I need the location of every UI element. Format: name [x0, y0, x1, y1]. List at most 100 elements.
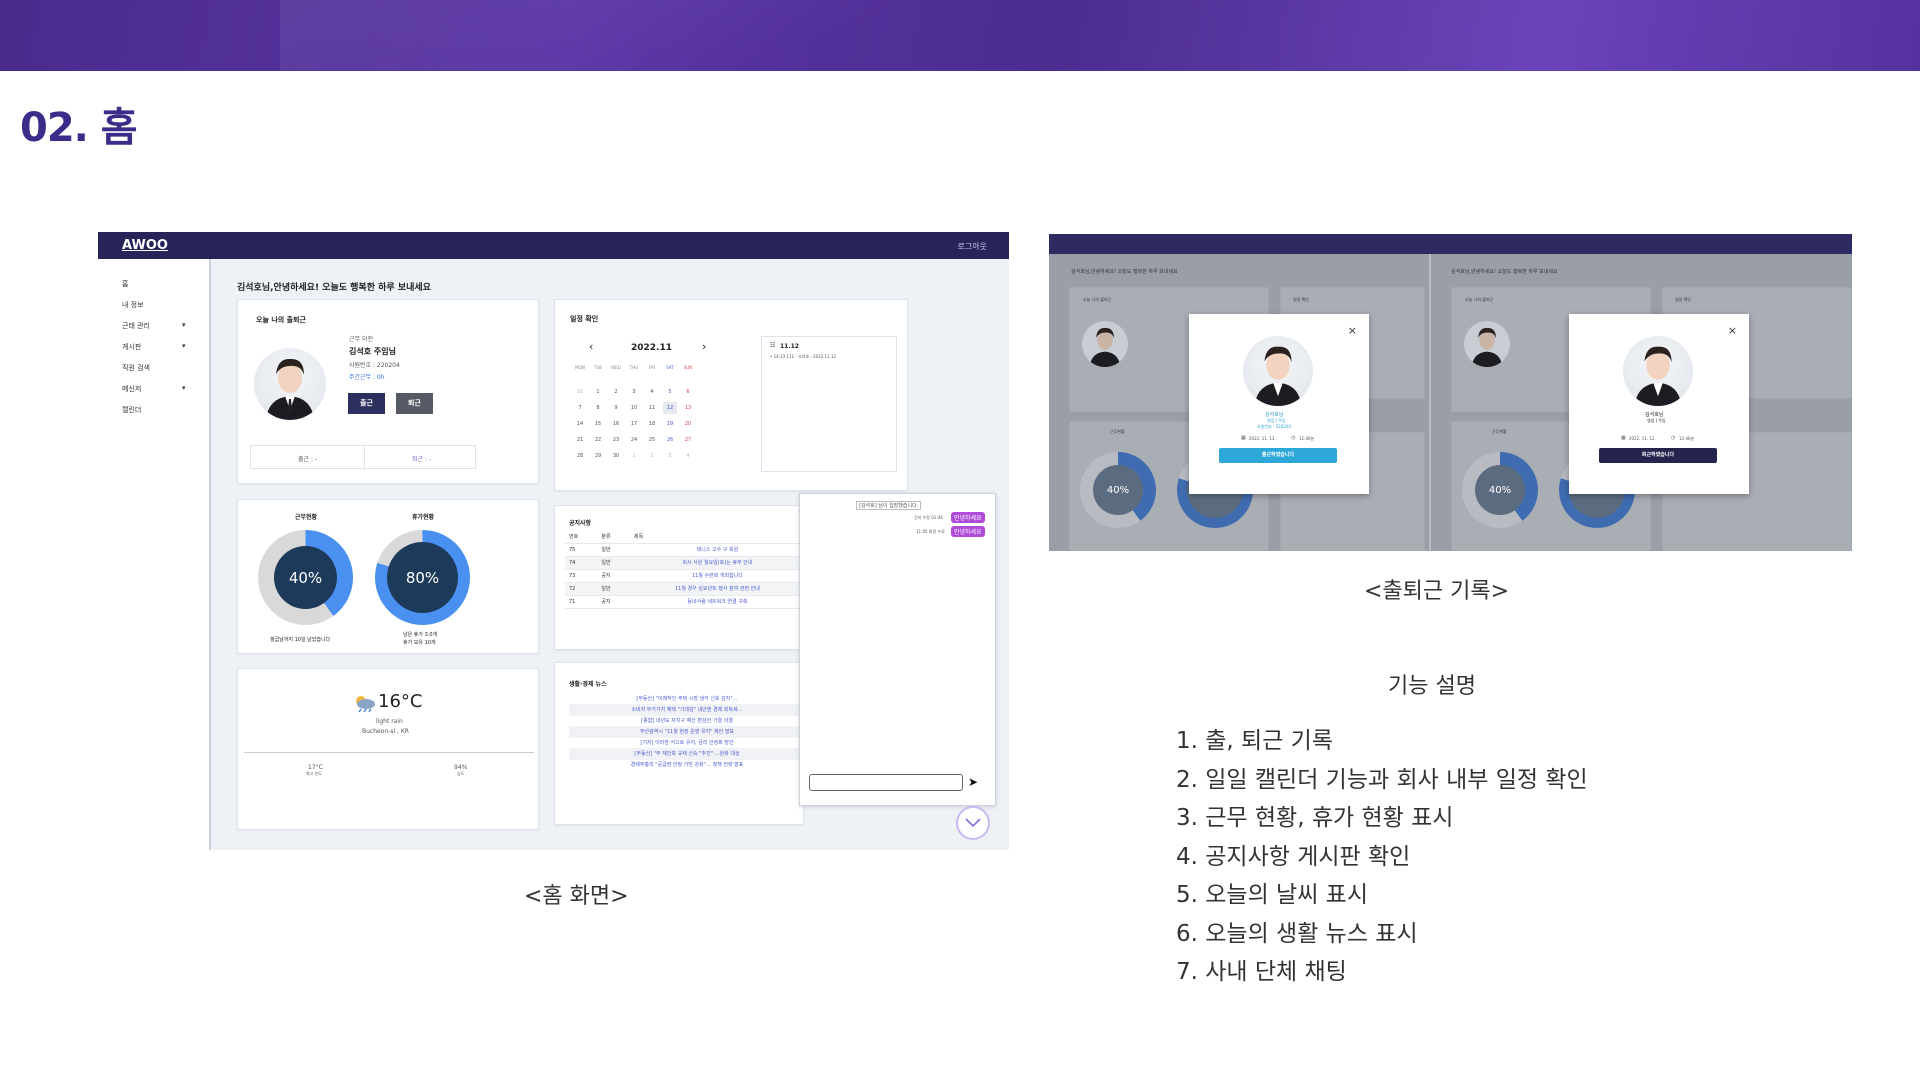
weather-description: light rain	[376, 718, 403, 725]
sidebar-item-calendar[interactable]: 캘린더	[122, 405, 141, 415]
calendar-day[interactable]: 2	[609, 389, 623, 395]
calendar-day[interactable]: 12	[663, 402, 677, 414]
calendar-day[interactable]: 20	[681, 421, 695, 427]
table-row[interactable]: 75 일반 테니스 고수 구 회원	[565, 543, 805, 557]
calendar-day[interactable]: 1	[591, 389, 605, 395]
sidebar-item-employee-search[interactable]: 직원 검색	[122, 363, 150, 373]
humidity-label: 습도	[457, 771, 465, 776]
weekday-label: FRI	[648, 365, 656, 370]
calendar-day[interactable]: 25	[645, 437, 659, 443]
calendar-day[interactable]: 28	[573, 453, 587, 459]
logout-link[interactable]: 로그아웃	[958, 241, 987, 252]
chevron-down-icon[interactable]: ▾	[182, 384, 186, 392]
modal-time: 12:46분	[1679, 436, 1695, 441]
work-progress-donut: 40%	[1080, 452, 1156, 528]
calendar-day[interactable]: 29	[591, 453, 605, 459]
close-icon[interactable]: ×	[1728, 324, 1737, 337]
clock-in-confirm-button[interactable]: 출근하였습니다	[1219, 448, 1337, 463]
table-row[interactable]: 72 일반 11월 경우 심요년트 행사 참여 관련 안내	[565, 582, 805, 596]
calendar-day[interactable]: 19	[663, 421, 677, 427]
calendar-day[interactable]: 11	[645, 405, 659, 411]
calendar-day[interactable]: 10	[627, 405, 641, 411]
card-title: 오늘 나의 출퇴근	[256, 316, 306, 324]
calendar-list-icon: ☷	[770, 342, 776, 349]
card-title: 근무현황	[1110, 429, 1125, 434]
page-title: 02. 홈	[20, 105, 138, 151]
table-row[interactable]: 71 공지 동네사람 네트워크 연결 구축	[565, 595, 805, 609]
card-title: 오늘 나의 출퇴근	[1465, 297, 1494, 302]
sidebar-item-board[interactable]: 게시판	[122, 342, 141, 352]
table-cell: 11월 경우 심요년트 행사 참여 관련 안내	[629, 582, 805, 596]
calendar-day[interactable]: 9	[609, 405, 623, 411]
calendar-card: 일정 확인 ‹ 2022.11 › MON TUE WED THU FRI SAT SUN 3…	[554, 299, 908, 491]
time-record-box: 출근 : - 퇴근 : -	[250, 445, 476, 469]
calendar-day[interactable]: 2	[645, 453, 659, 459]
group-chat-window: [김석호] 님이 입장했습니다. 건지 수정 01:44 안녕하세요 11:05…	[799, 493, 996, 806]
table-cell: 테니스 고수 구 회원	[629, 543, 805, 557]
feature-item: 1. 출, 퇴근 기록	[1176, 728, 1333, 754]
calendar-day[interactable]: 24	[627, 437, 641, 443]
avatar	[1464, 321, 1510, 367]
card-title: 일정 확인	[1293, 297, 1309, 302]
calendar-day[interactable]: 26	[663, 437, 677, 443]
clock-out-button[interactable]: 퇴근	[396, 393, 433, 414]
calendar-day[interactable]: 13	[681, 405, 695, 411]
calendar-day[interactable]: 5	[663, 389, 677, 395]
calendar-day[interactable]: 23	[609, 437, 623, 443]
calendar-day[interactable]: 30	[609, 453, 623, 459]
chat-message: 안녕하세요	[951, 526, 985, 537]
rain-cloud-icon	[356, 696, 375, 712]
modal-employee-number: 사원번호 : 220204	[1257, 424, 1291, 429]
table-row[interactable]: 74 일반 회사 사원 월요일(토)는 휴무 안내	[565, 556, 805, 570]
calendar-day[interactable]: 21	[573, 437, 587, 443]
weekly-hours: 주간근무 : 0h	[349, 374, 385, 381]
calendar-day[interactable]: 14	[573, 421, 587, 427]
calendar-day[interactable]: 1	[627, 453, 641, 459]
calendar-day[interactable]: 3	[627, 389, 641, 395]
remaining-leave: 남은 휴가 3.0개	[403, 632, 438, 638]
attendance-card: 오늘 나의 출퇴근 근무 이전 김석호 주임님 사원번호 : 220204 주간…	[237, 299, 539, 484]
calendar-day[interactable]: 27	[681, 437, 695, 443]
calendar-day[interactable]: 7	[573, 405, 587, 411]
close-icon[interactable]: ×	[1348, 324, 1357, 337]
sidebar-item-my-info[interactable]: 내 정보	[122, 300, 144, 310]
clock-out-confirm-button[interactable]: 퇴근하였습니다	[1599, 448, 1717, 463]
chevron-down-icon[interactable]: ▾	[182, 321, 186, 329]
temperature: 16°C	[378, 691, 423, 712]
calendar-day[interactable]: 15	[591, 421, 605, 427]
event-date: 11.12	[780, 343, 799, 350]
weekday-label: SUN	[683, 365, 693, 370]
sidebar-item-messenger[interactable]: 메신저	[122, 384, 141, 394]
clock-in-modal: × 김석호님 영업 | 주임 사원번호 : 220204 ▦ 2022. 11.…	[1189, 314, 1369, 494]
calendar-day[interactable]: 18	[645, 421, 659, 427]
news-item[interactable]: 경제부총리 "공급망 안정 기반 강화"… 정책 전략 발표	[569, 759, 805, 771]
calendar-day[interactable]: 3	[663, 453, 677, 459]
send-icon[interactable]: ➤	[968, 775, 978, 789]
calendar-day[interactable]: 22	[591, 437, 605, 443]
app-logo[interactable]: AWOO	[122, 238, 168, 253]
clock-in-button[interactable]: 출근	[348, 393, 385, 414]
chat-input[interactable]	[809, 774, 963, 791]
next-month-button[interactable]: ›	[702, 340, 706, 353]
calendar-day[interactable]: 16	[609, 421, 623, 427]
calendar-day[interactable]: 17	[627, 421, 641, 427]
max-temperature: 17°C	[308, 764, 323, 771]
chevron-down-icon[interactable]: ▾	[182, 342, 186, 350]
feature-item: 7. 사내 단체 채팅	[1176, 959, 1347, 985]
calendar-day[interactable]: 6	[681, 389, 695, 395]
prev-month-button[interactable]: ‹	[589, 340, 593, 353]
calendar-day[interactable]: 4	[645, 389, 659, 395]
chat-toggle-button[interactable]	[956, 806, 990, 840]
calendar-day[interactable]: 31	[573, 389, 587, 395]
calendar-day[interactable]: 8	[591, 405, 605, 411]
top-navbar	[1049, 234, 1852, 254]
greeting-text: 김석호님,안녕하세요! 오늘도 행복한 하루 보내세요	[237, 283, 431, 293]
calendar-day[interactable]: 4	[681, 453, 695, 459]
sidebar-item-attendance[interactable]: 근태 관리	[122, 321, 150, 331]
card-title: 생활·경제 뉴스	[569, 681, 607, 688]
table-cell: 74	[565, 556, 598, 570]
column-header: 번호	[565, 530, 598, 544]
sidebar-item-home[interactable]: 홈	[122, 279, 128, 289]
table-row[interactable]: 73 공지 11월 수련회 개최합니다	[565, 569, 805, 583]
event-item[interactable]: • 14:23 111 - 서석호 - 2022.11.12	[770, 354, 836, 360]
